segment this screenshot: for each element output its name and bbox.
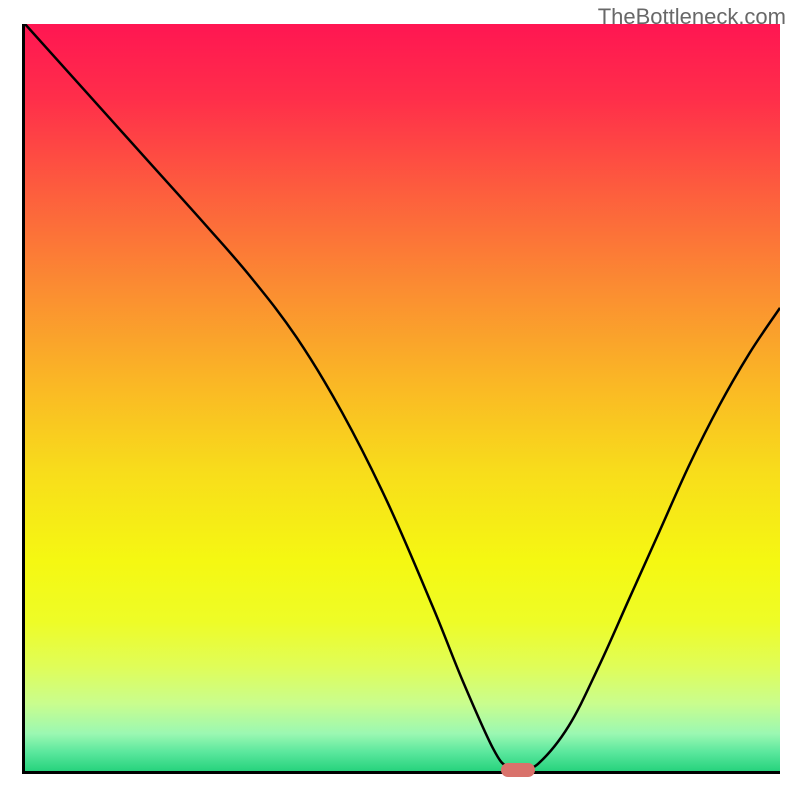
plot-area [22,24,780,774]
curve-overlay [25,24,780,771]
bottleneck-curve-line [25,24,780,769]
watermark-text: TheBottleneck.com [598,4,786,30]
optimal-point-marker [501,763,535,777]
bottleneck-chart: TheBottleneck.com [0,0,800,800]
